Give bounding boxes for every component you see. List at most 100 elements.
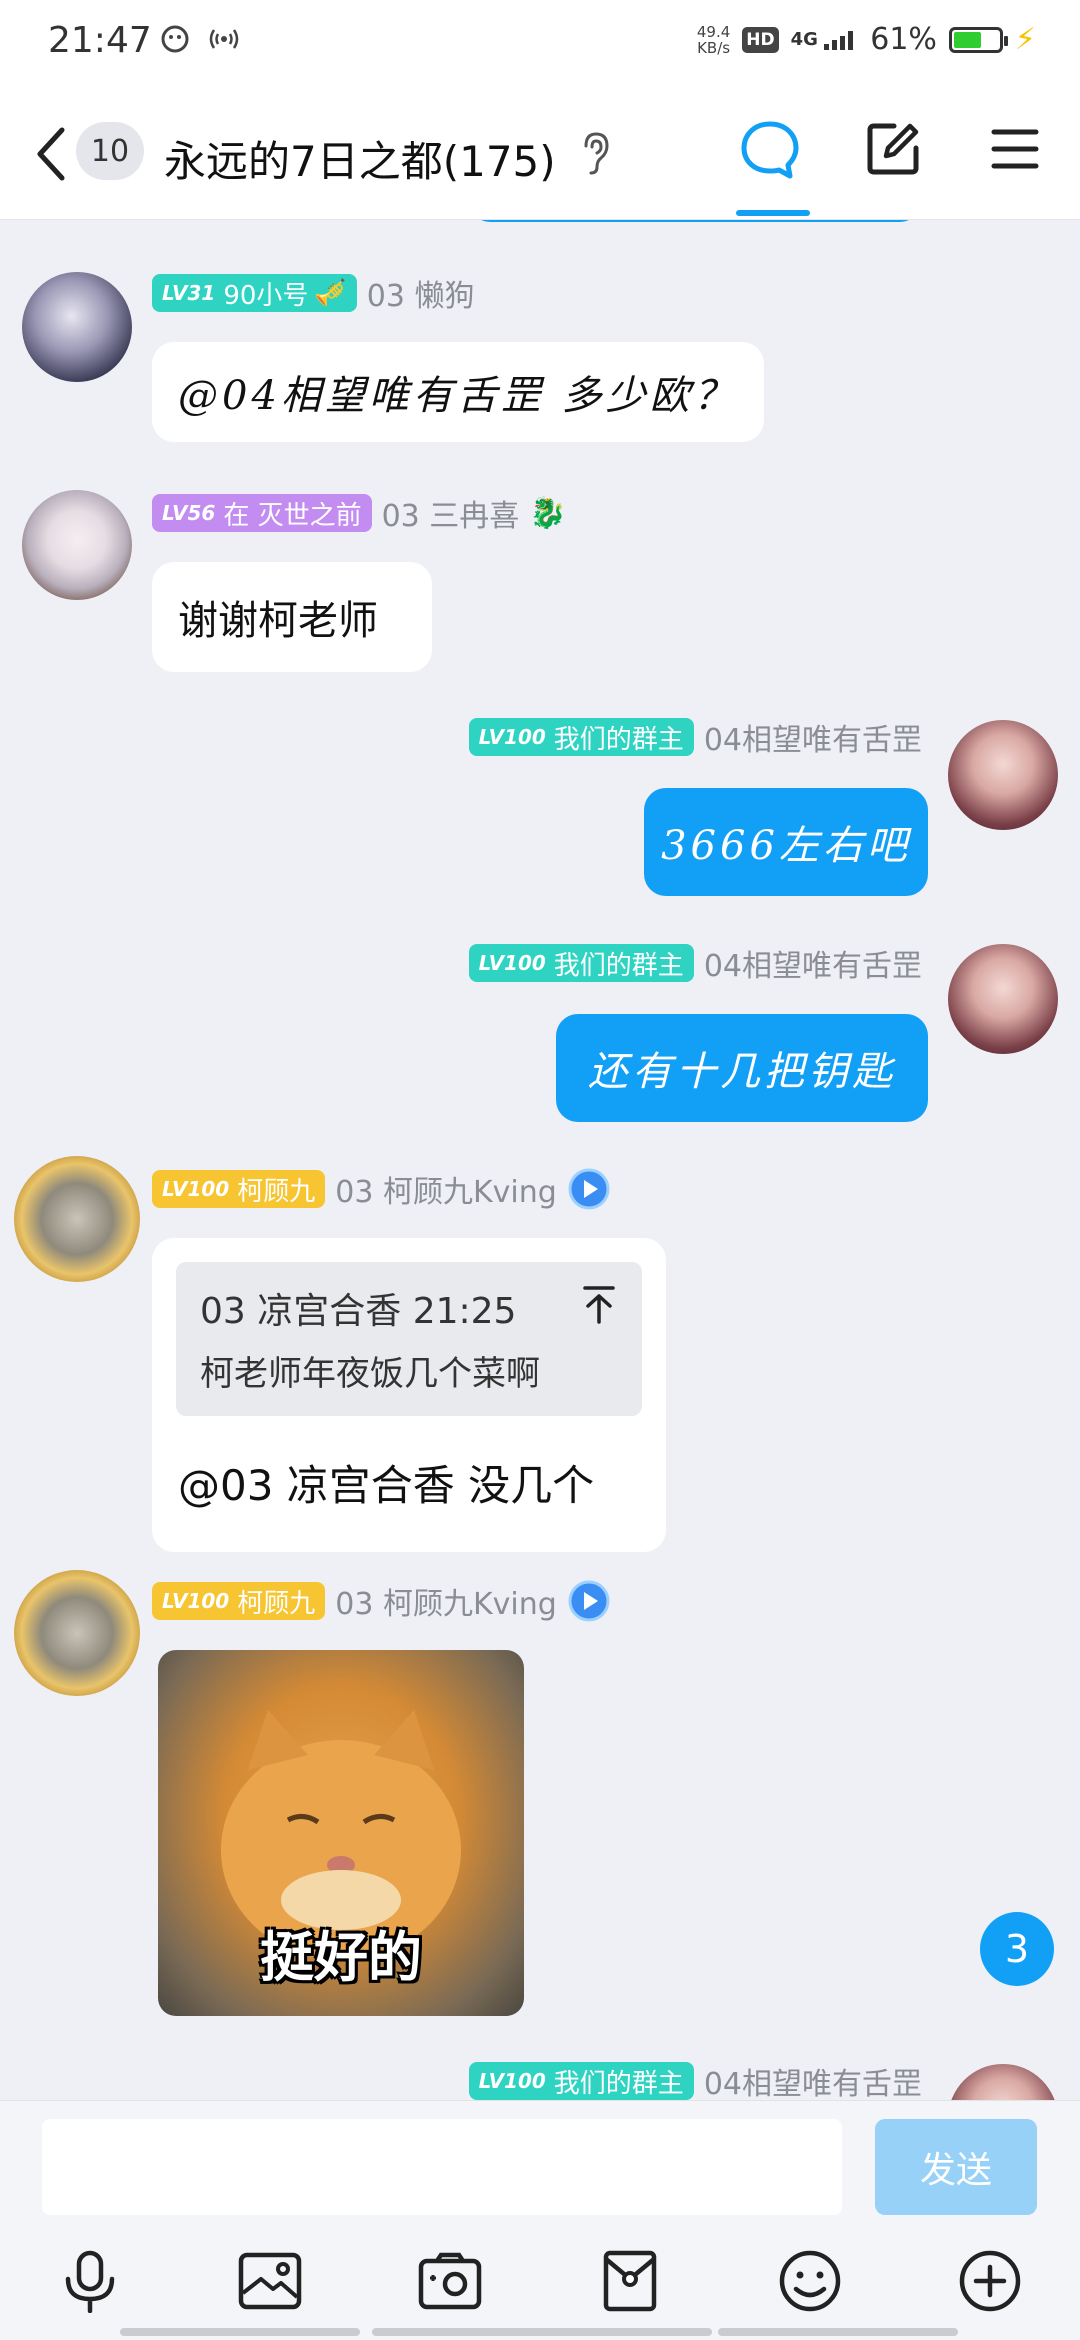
scroll-indicator-1 — [120, 2328, 360, 2336]
reply-text: @03 凉宫合香 没几个 — [178, 1461, 595, 1510]
member-title: 柯顾九 — [237, 1588, 316, 1619]
back-icon[interactable] — [30, 124, 70, 184]
app-notification-icon — [161, 25, 189, 53]
sender-nickname[interactable]: 03 三冉喜 — [382, 491, 520, 535]
member-title: 90小号 — [223, 280, 309, 311]
level-badge[interactable]: LV100 我们的群主 — [468, 718, 694, 756]
chat-bubble-icon[interactable] — [738, 118, 802, 182]
message-input[interactable] — [42, 2119, 842, 2215]
avatar[interactable] — [948, 720, 1058, 830]
level-label: LV100 — [478, 725, 546, 749]
battery-percent: 61% — [870, 22, 937, 57]
previous-message-bubble — [470, 220, 920, 222]
quote-text: 柯老师年夜饭几个菜啊 — [200, 1354, 540, 1394]
message-meta: LV100 我们的群主 04相望唯有舌罡 — [468, 715, 922, 759]
red-packet-icon[interactable] — [590, 2241, 670, 2321]
level-label: LV100 — [478, 2069, 546, 2093]
sender-nickname[interactable]: 04相望唯有舌罡 — [704, 941, 922, 985]
message-meta: LV100 我们的群主 04相望唯有舌罡 — [468, 941, 922, 985]
message-meta: LV31 90小号 🎺 03 懒狗 — [152, 272, 475, 314]
hd-badge: HD — [742, 26, 779, 53]
menu-icon[interactable] — [990, 124, 1040, 174]
sticker-image[interactable]: 挺好的 — [158, 1650, 524, 2016]
sender-nickname[interactable]: 03 柯顾九Kving — [335, 1579, 557, 1623]
avatar[interactable] — [22, 490, 132, 600]
avatar[interactable] — [14, 1156, 140, 1282]
microphone-icon[interactable] — [50, 2241, 130, 2321]
avatar[interactable] — [948, 944, 1058, 1054]
battery-icon — [948, 26, 1008, 53]
input-area: 发送 — [0, 2100, 1080, 2340]
chat-header: 10 永远的7日之都(175) — [0, 90, 1080, 220]
unread-count-pill[interactable]: 10 — [76, 122, 144, 180]
play-badge-icon — [568, 1580, 610, 1622]
sender-nickname[interactable]: 04相望唯有舌罡 — [704, 2059, 922, 2100]
signal-icon: 4G — [791, 29, 859, 50]
image-icon[interactable] — [230, 2241, 310, 2321]
level-badge[interactable]: LV56 在 灭世之前 — [152, 494, 372, 532]
level-label: LV100 — [162, 1177, 230, 1201]
level-badge[interactable]: LV100 柯顾九 — [152, 1170, 326, 1208]
plus-icon[interactable] — [950, 2241, 1030, 2321]
sender-nickname[interactable]: 03 柯顾九Kving — [335, 1167, 557, 1211]
message-bubble[interactable]: 还有十几把钥匙 — [556, 1014, 928, 1122]
message-list[interactable]: LV31 90小号 🎺 03 懒狗 @04相望唯有舌罡 多少欧？ LV56 在 … — [0, 220, 1080, 2100]
level-label: LV56 — [162, 501, 216, 525]
battery-fill — [953, 31, 981, 48]
jump-to-quote-icon[interactable] — [582, 1284, 616, 1324]
ear-icon[interactable] — [580, 130, 612, 176]
level-label: LV31 — [162, 281, 216, 305]
avatar[interactable] — [14, 1570, 140, 1696]
message-bubble[interactable]: @04相望唯有舌罡 多少欧？ — [152, 342, 764, 442]
level-badge[interactable]: LV100 我们的群主 — [468, 2062, 694, 2100]
level-label: LV100 — [162, 1589, 230, 1613]
status-time: 21:47 — [48, 20, 152, 61]
play-badge-icon — [568, 1168, 610, 1210]
network-type: 4G — [790, 29, 818, 50]
quote-author: 03 凉宫合香 — [200, 1291, 402, 1332]
message-meta: LV100 我们的群主 04相望唯有舌罡 — [468, 2059, 922, 2100]
dragon-icon: 🐉 — [529, 495, 567, 531]
send-button[interactable]: 发送 — [875, 2119, 1037, 2215]
member-title: 在 灭世之前 — [223, 500, 362, 531]
status-right: 49.4 KB/s HD 4G 61% ⚡ — [697, 22, 1036, 57]
net-speed-value: 49.4 — [696, 22, 731, 41]
message-bubble[interactable]: 谢谢柯老师 — [152, 562, 432, 672]
message-meta: LV100 柯顾九 03 柯顾九Kving — [152, 1168, 611, 1210]
quote-time: 21:25 — [412, 1291, 517, 1332]
message-meta: LV56 在 灭世之前 03 三冉喜 🐉 — [152, 492, 567, 534]
hotspot-icon — [209, 29, 239, 49]
input-toolbar — [0, 2241, 1080, 2331]
emoji-icon[interactable] — [770, 2241, 850, 2321]
level-badge[interactable]: LV100 柯顾九 — [152, 1582, 326, 1620]
new-message-count-badge[interactable]: 3 — [980, 1912, 1054, 1986]
level-label: LV100 — [478, 951, 546, 975]
trumpet-icon: 🎺 — [314, 278, 347, 308]
avatar[interactable] — [22, 272, 132, 382]
sticker-caption: 挺好的 — [260, 1926, 422, 1989]
status-bar: 21:47 49.4 KB/s HD 4G 61% ⚡ — [0, 0, 1080, 90]
group-title[interactable]: 永远的7日之都(175) — [164, 128, 556, 189]
quote-header: 03 凉宫合香 21:25 — [200, 1282, 516, 1334]
edit-icon[interactable] — [864, 120, 922, 178]
member-title: 我们的群主 — [553, 2068, 684, 2099]
message-bubble[interactable]: 3666左右吧 — [644, 788, 928, 896]
avatar[interactable] — [948, 2064, 1058, 2100]
member-title: 我们的群主 — [553, 724, 684, 755]
net-speed: 49.4 KB/s — [697, 24, 730, 56]
charging-icon: ⚡ — [1014, 22, 1036, 57]
level-badge[interactable]: LV100 我们的群主 — [468, 944, 694, 982]
net-speed-unit: KB/s — [697, 38, 731, 57]
member-title: 柯顾九 — [237, 1176, 316, 1207]
status-notification-icons — [160, 24, 240, 54]
level-badge[interactable]: LV31 90小号 🎺 — [152, 274, 357, 312]
active-tab-indicator — [736, 210, 810, 216]
sender-nickname[interactable]: 03 懒狗 — [367, 271, 475, 315]
scroll-indicator-3 — [718, 2328, 958, 2336]
sender-nickname[interactable]: 04相望唯有舌罡 — [704, 715, 922, 759]
reply-message-bubble[interactable]: 03 凉宫合香 21:25 柯老师年夜饭几个菜啊 @03 凉宫合香 没几个 — [152, 1238, 666, 1552]
member-title: 我们的群主 — [553, 950, 684, 981]
scroll-indicator-2 — [372, 2328, 712, 2336]
camera-icon[interactable] — [410, 2241, 490, 2321]
quoted-message[interactable]: 03 凉宫合香 21:25 柯老师年夜饭几个菜啊 — [176, 1262, 642, 1416]
